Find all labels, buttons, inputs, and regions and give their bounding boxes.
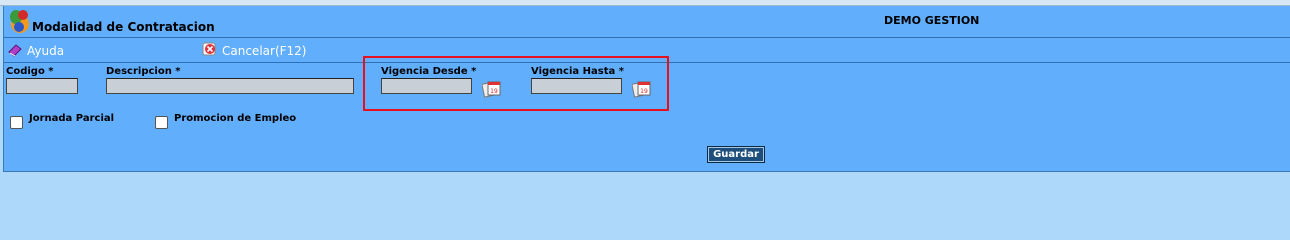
app-logo-icon xyxy=(7,8,31,34)
cancel-label: Cancelar(F12) xyxy=(222,44,307,58)
cancel-button[interactable]: Cancelar(F12) xyxy=(200,42,306,60)
divider xyxy=(4,37,1290,38)
page-title: Modalidad de Contratacion xyxy=(32,20,215,34)
jornada-parcial-checkbox[interactable] xyxy=(10,116,23,129)
svg-text:19: 19 xyxy=(490,88,498,95)
vigencia-desde-label: Vigencia Desde * xyxy=(381,66,477,77)
svg-text:19: 19 xyxy=(640,88,648,95)
save-button[interactable]: Guardar xyxy=(707,146,765,163)
promocion-empleo-label: Promocion de Empleo xyxy=(174,113,297,124)
descripcion-field[interactable] xyxy=(106,78,354,94)
help-button[interactable]: Ayuda xyxy=(7,42,64,60)
vigencia-hasta-field[interactable] xyxy=(531,78,622,94)
descripcion-label: Descripcion * xyxy=(106,66,181,77)
form-panel: Modalidad de Contratacion DEMO GESTION A… xyxy=(3,6,1290,172)
title-bar: Modalidad de Contratacion DEMO GESTION xyxy=(4,6,1290,38)
calendar-icon[interactable]: 19 xyxy=(631,79,652,99)
calendar-icon[interactable]: 19 xyxy=(481,79,502,99)
vigencia-hasta-label: Vigencia Hasta * xyxy=(531,66,624,77)
jornada-parcial-label: Jornada Parcial xyxy=(29,113,115,124)
divider xyxy=(4,62,1290,63)
codigo-label: Codigo * xyxy=(6,66,54,77)
codigo-field[interactable] xyxy=(6,78,78,94)
help-label: Ayuda xyxy=(27,44,65,58)
vigencia-desde-field[interactable] xyxy=(381,78,472,94)
help-book-icon xyxy=(7,42,23,61)
company-name: DEMO GESTION xyxy=(884,14,980,27)
promocion-empleo-checkbox[interactable] xyxy=(155,116,168,129)
cancel-icon xyxy=(200,40,218,62)
